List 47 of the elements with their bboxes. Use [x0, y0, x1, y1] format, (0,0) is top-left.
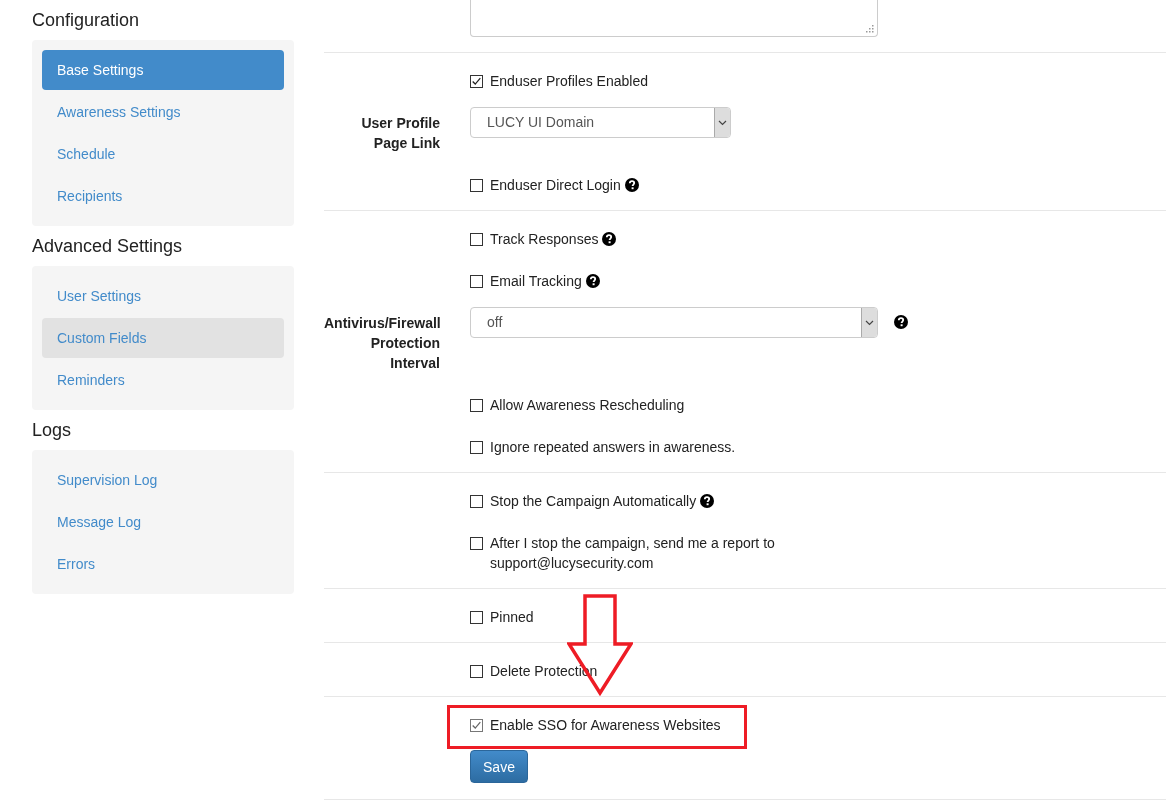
sidebar-item[interactable]: Supervision Log — [42, 460, 284, 500]
sidebar-item[interactable]: Schedule — [42, 134, 284, 174]
help-icon[interactable] — [700, 494, 715, 508]
sidebar-item[interactable]: Recipients — [42, 176, 284, 216]
checkbox[interactable] — [470, 233, 483, 246]
checkbox[interactable] — [470, 665, 483, 678]
checkbox[interactable] — [470, 719, 483, 732]
help-icon[interactable] — [894, 315, 908, 329]
field-label: User Profile Page Link — [360, 114, 440, 153]
sidebar-heading: Logs — [32, 419, 73, 442]
checkbox[interactable] — [470, 179, 483, 192]
sidebar-item[interactable]: Errors — [42, 544, 284, 584]
sidebar-item[interactable]: Message Log — [42, 502, 284, 542]
checkbox-label: Email Tracking — [490, 272, 582, 291]
checkbox[interactable] — [470, 611, 483, 624]
checkbox[interactable] — [470, 441, 483, 454]
checkbox-label: Enduser Direct Login — [490, 176, 621, 195]
checkbox-label: Ignore repeated answers in awareness. — [490, 438, 736, 457]
checkbox-label: Pinned — [490, 608, 534, 627]
sidebar-item[interactable]: Custom Fields — [42, 318, 284, 358]
dropdown[interactable]: LUCY UI Domain — [470, 107, 731, 138]
checkbox[interactable] — [470, 275, 483, 288]
help-icon[interactable] — [602, 232, 617, 246]
sidebar-heading: Advanced Settings — [32, 235, 184, 258]
caret-icon — [718, 119, 727, 126]
checkbox-label: Enable SSO for Awareness Websites — [490, 716, 721, 735]
checkbox-label: Enduser Profiles Enabled — [490, 72, 648, 91]
caret-icon — [865, 319, 874, 326]
checkbox-label: Track Responses — [490, 230, 599, 249]
checkbox[interactable] — [470, 537, 483, 550]
checkbox-label: Stop the Campaign Automatically — [490, 492, 697, 511]
dropdown[interactable]: off — [470, 307, 878, 338]
save-button[interactable]: Save — [470, 750, 528, 783]
checkbox[interactable] — [470, 399, 483, 412]
sidebar-item[interactable]: Reminders — [42, 360, 284, 400]
sidebar-item[interactable]: User Settings — [42, 276, 284, 316]
resize-grip-icon — [866, 25, 874, 33]
checkbox-label: Allow Awareness Rescheduling — [490, 396, 685, 415]
sidebar-heading: Configuration — [32, 9, 141, 32]
help-icon[interactable] — [624, 178, 639, 192]
checkbox[interactable] — [470, 75, 483, 88]
checkbox-label: After I stop the campaign, send me a report to support@lucysecurity.com — [490, 534, 776, 573]
checkbox[interactable] — [470, 495, 483, 508]
sidebar-item[interactable]: Awareness Settings — [42, 92, 284, 132]
sidebar-item[interactable]: Base Settings — [42, 50, 284, 90]
help-icon[interactable] — [585, 274, 600, 288]
field-label: Antivirus/Firewall Protection Interval — [324, 314, 440, 373]
